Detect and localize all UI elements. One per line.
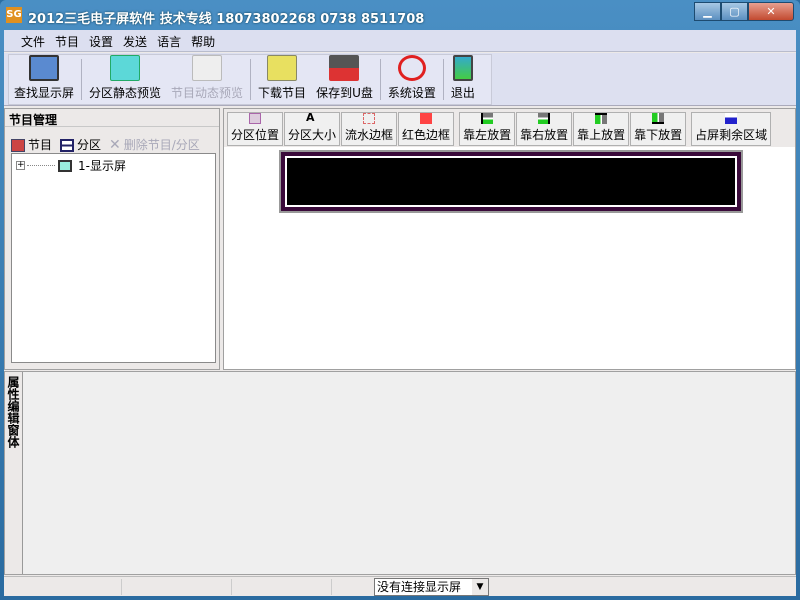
flowing-border-button[interactable]: 流水边框 (341, 112, 398, 146)
area-position-icon (249, 113, 261, 124)
maximize-button[interactable]: ▢ (721, 2, 748, 21)
find-screen-icon (29, 55, 59, 81)
panel-title: 节目管理 (5, 109, 219, 127)
area-icon (60, 139, 75, 152)
title-bar: SG 2012三毛电子屏软件 技术专线 18073802268 0738 851… (0, 0, 800, 30)
static-preview-icon (110, 55, 141, 81)
area-toolbar: 分区位置 A 分区大小 流水边框 红色边框 靠左放置 靠右放置 靠上放置 靠下放置… (224, 109, 795, 147)
align-left-button[interactable]: 靠左放置 (459, 112, 516, 146)
save-to-usb-button[interactable]: 保存到U盘 (311, 55, 378, 104)
red-square-icon (420, 113, 433, 124)
app-icon: SG (6, 7, 22, 23)
program-manager-panel: 节目管理 节目 分区 ✕ 删除节目/分区 +1-显示屏 (4, 108, 220, 370)
font-size-icon: A (306, 111, 315, 124)
area-size-button[interactable]: A 分区大小 (284, 111, 341, 146)
menu-file[interactable]: 文件 (16, 30, 50, 51)
dashed-border-icon (363, 113, 376, 124)
screen-icon (58, 159, 72, 172)
dynamic-preview-icon (192, 55, 223, 81)
add-program-button[interactable]: 节目 (11, 136, 52, 153)
align-left-icon (481, 113, 494, 124)
download-folder-icon (267, 55, 298, 81)
status-bar: 没有连接显示屏 ▼ (4, 576, 796, 596)
align-bottom-button[interactable]: 靠下放置 (630, 112, 687, 146)
static-preview-button[interactable]: 分区静态预览 (84, 55, 166, 104)
tree-item-screen[interactable]: +1-显示屏 (16, 157, 126, 174)
download-program-button[interactable]: 下载节目 (253, 55, 311, 104)
align-right-icon (538, 113, 551, 124)
window-title: 2012三毛电子屏软件 技术专线 18073802268 0738 851170… (28, 12, 425, 27)
menu-bar: 文件 节目 设置 发送 语言 帮助 (4, 30, 796, 52)
close-button[interactable]: ✕ (748, 2, 794, 21)
add-area-button[interactable]: 分区 (60, 136, 101, 153)
program-tree[interactable]: +1-显示屏 (11, 153, 216, 363)
exit-door-icon (452, 55, 473, 81)
screen-editor: 分区位置 A 分区大小 流水边框 红色边框 靠左放置 靠右放置 靠上放置 靠下放置… (223, 108, 796, 370)
usb-drive-icon (329, 55, 360, 81)
app-window: SG 2012三毛电子屏软件 技术专线 18073802268 0738 851… (0, 0, 800, 600)
menu-program[interactable]: 节目 (50, 30, 84, 51)
align-right-button[interactable]: 靠右放置 (516, 112, 573, 146)
menu-help[interactable]: 帮助 (186, 30, 220, 51)
align-bottom-icon (652, 113, 665, 124)
minimize-button[interactable]: ▁ (694, 2, 721, 21)
red-border-button[interactable]: 红色边框 (398, 112, 455, 146)
led-display-area[interactable] (285, 156, 737, 207)
main-toolbar: 查找显示屏 分区静态预览 节目动态预览 下载节目 保存到U盘 系统设置 退出 (4, 53, 796, 106)
led-screen-preview[interactable] (279, 150, 743, 213)
dynamic-preview-button[interactable]: 节目动态预览 (166, 55, 248, 104)
menu-send[interactable]: 发送 (118, 30, 152, 51)
exit-button[interactable]: 退出 (446, 55, 480, 104)
property-editor-tab[interactable]: 属性编辑窗体 (5, 372, 23, 574)
find-screen-button[interactable]: 查找显示屏 (9, 55, 79, 104)
delete-button[interactable]: ✕ 删除节目/分区 (109, 136, 200, 153)
settings-forbidden-icon (397, 55, 426, 81)
system-settings-button[interactable]: 系统设置 (383, 55, 441, 104)
fill-remaining-icon (725, 113, 738, 124)
screen-connection-select[interactable]: 没有连接显示屏 ▼ (374, 578, 489, 596)
area-position-button[interactable]: 分区位置 (227, 112, 284, 146)
chevron-down-icon[interactable]: ▼ (472, 579, 488, 595)
delete-x-icon: ✕ (109, 137, 121, 153)
property-editor-panel: 属性编辑窗体 (4, 371, 796, 575)
expand-icon[interactable]: + (16, 161, 25, 170)
align-top-button[interactable]: 靠上放置 (573, 112, 630, 146)
fill-remaining-button[interactable]: 占屏剩余区域 (691, 112, 772, 146)
menu-language[interactable]: 语言 (152, 30, 186, 51)
menu-settings[interactable]: 设置 (84, 30, 118, 51)
align-top-icon (595, 113, 608, 124)
program-icon (11, 139, 25, 152)
